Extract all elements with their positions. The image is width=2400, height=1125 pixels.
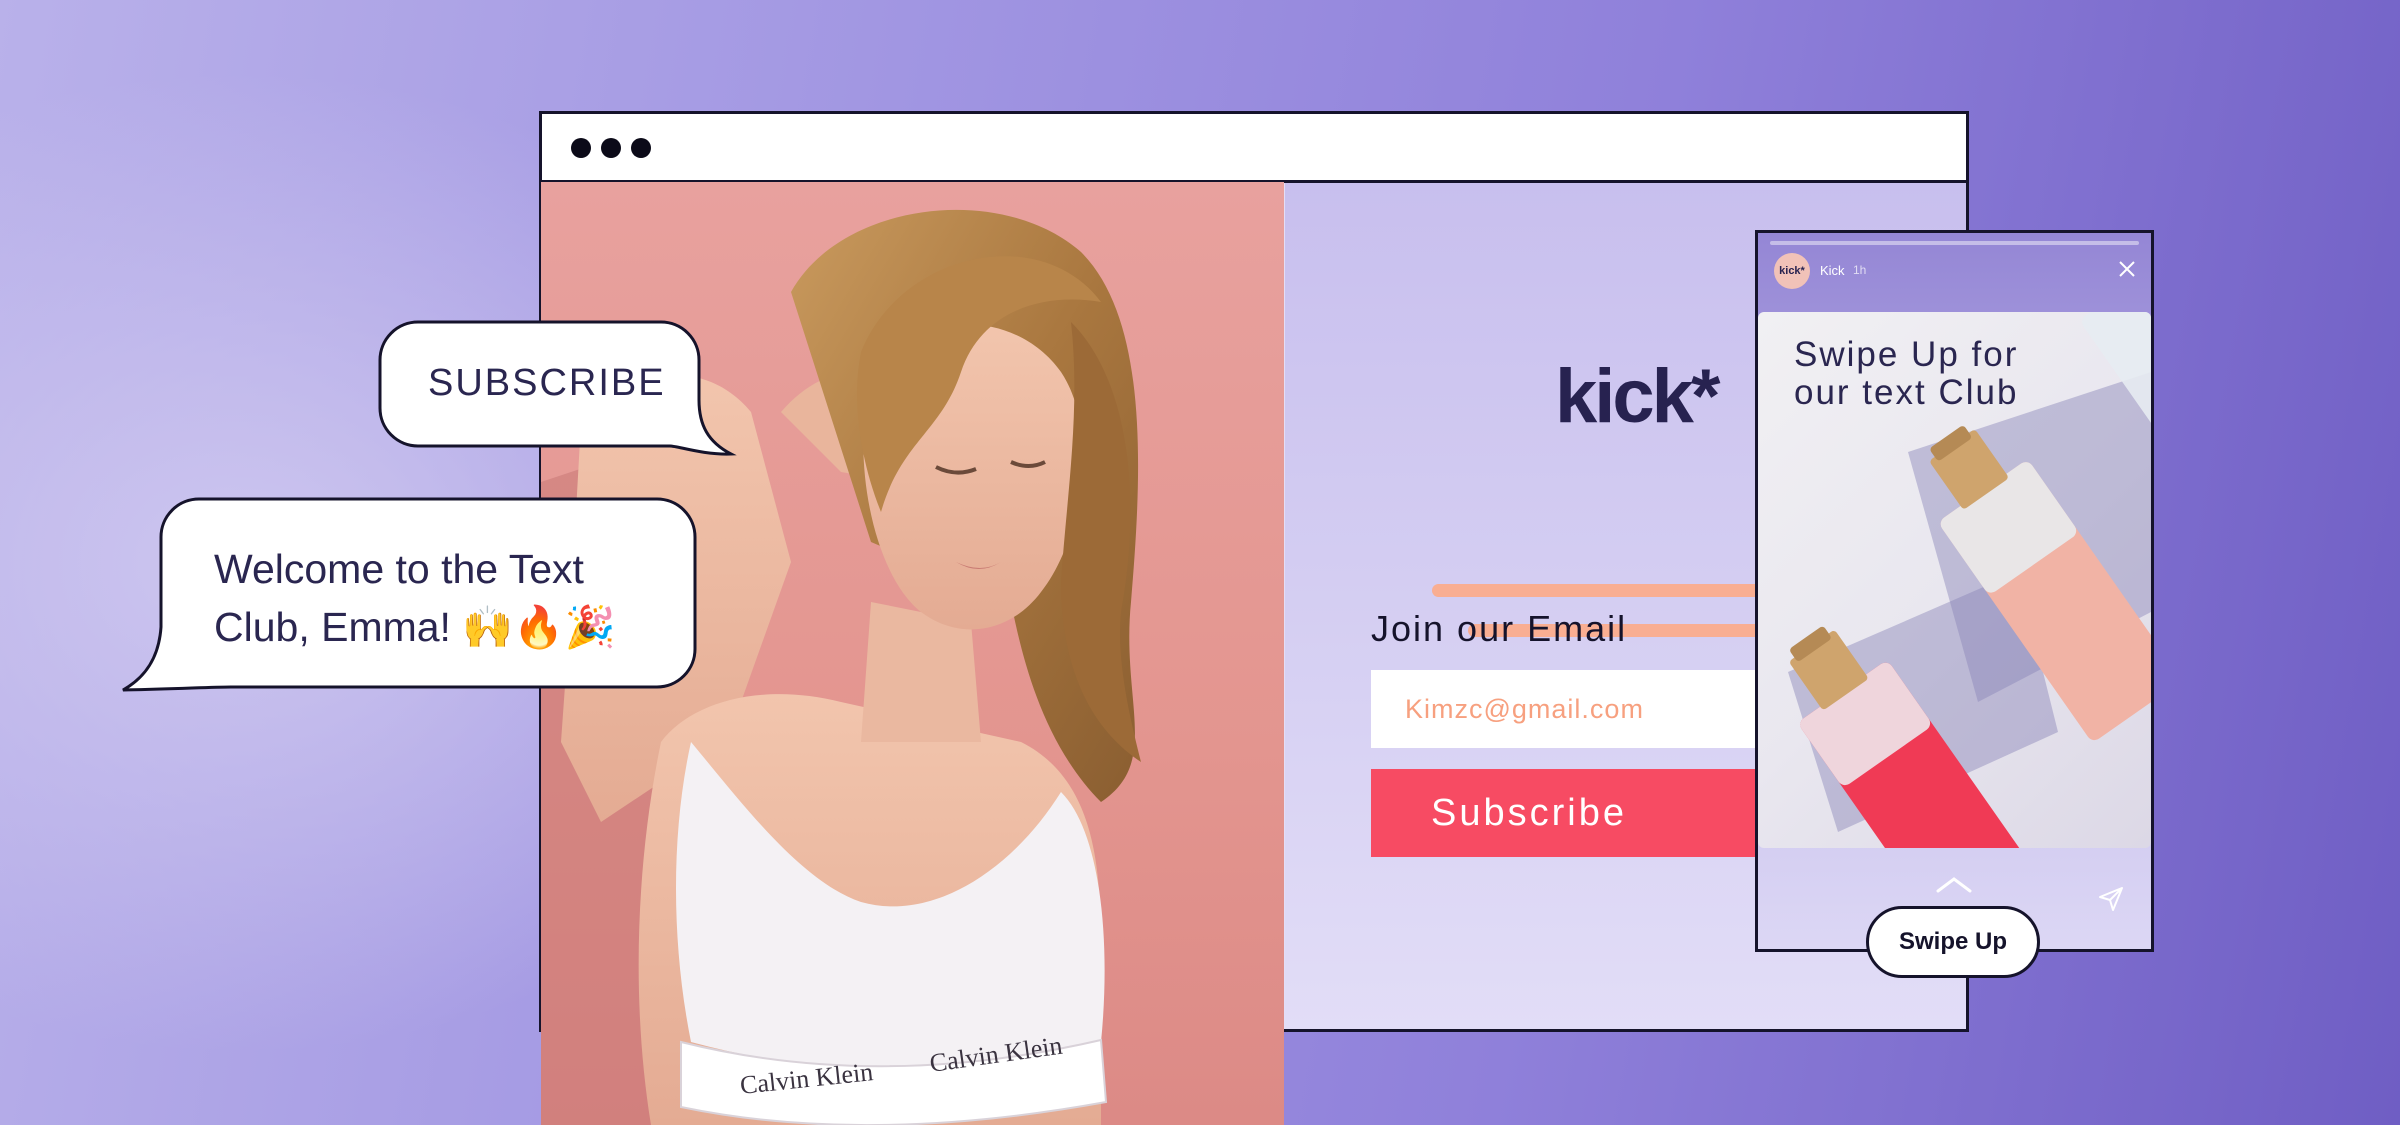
welcome-bubble-text: Welcome to the Text Club, Emma! 🙌🔥🎉 [214,546,616,650]
story-username: Kick [1820,263,1845,278]
avatar[interactable]: kick* [1774,253,1810,289]
subscribe-button[interactable]: Subscribe [1371,769,1771,857]
send-icon[interactable] [2097,885,2125,913]
story-image: Swipe Up for our text Club [1758,312,2151,848]
join-email-heading: Join our Email [1371,608,1628,649]
chevron-up-icon[interactable] [1934,873,1974,895]
swipe-up-button[interactable]: Swipe Up [1866,906,2040,978]
brand-logo: kick* [1555,354,1720,439]
close-icon[interactable] [2115,257,2139,281]
window-dot-icon[interactable] [631,138,651,158]
story-progress-bar [1770,241,2139,245]
story-headline: Swipe Up for our text Club [1794,335,2019,412]
browser-title-bar [542,114,1966,183]
story-timestamp: 1h [1853,263,1867,277]
window-dot-icon[interactable] [601,138,621,158]
story-phone: kick* Kick 1h Swipe Up for our text Club [1755,230,2154,952]
subscribe-bubble-text: SUBSCRIBE [428,362,666,404]
window-dot-icon[interactable] [571,138,591,158]
email-field[interactable] [1371,670,1771,748]
